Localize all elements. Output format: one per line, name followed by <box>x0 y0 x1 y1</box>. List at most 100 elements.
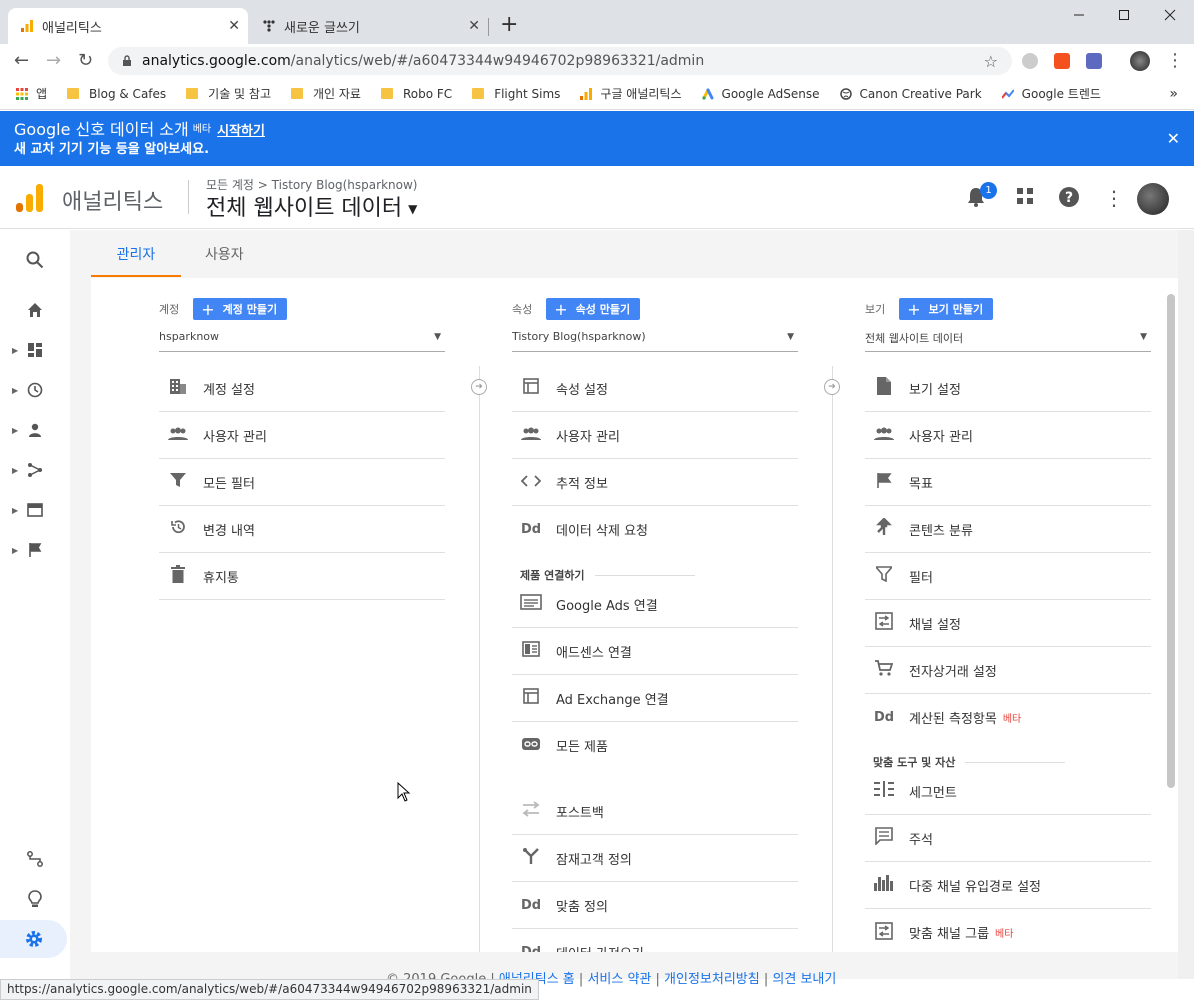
view-select[interactable]: 전체 웹사이트 데이터 ▼ <box>865 330 1151 352</box>
audience-nav[interactable]: ▶ <box>0 415 70 445</box>
extension-icon[interactable] <box>1022 53 1038 69</box>
search-icon[interactable] <box>0 245 70 275</box>
customization-nav[interactable]: ▶ <box>0 335 70 365</box>
admin-gear-icon[interactable] <box>0 920 67 958</box>
conversions-nav[interactable]: ▶ <box>0 535 70 565</box>
back-icon[interactable]: ← <box>14 50 29 71</box>
get-started-link[interactable]: 시작하기 <box>217 124 265 139</box>
view-user-management-item[interactable]: 사용자 관리 <box>865 412 1151 459</box>
window-icon <box>520 688 542 708</box>
realtime-nav[interactable]: ▶ <box>0 375 70 405</box>
behavior-nav[interactable]: ▶ <box>0 495 70 525</box>
tab-user[interactable]: 사용자 <box>205 244 244 264</box>
custom-definitions-item[interactable]: Dd 맞춤 정의 <box>512 882 798 929</box>
ecommerce-settings-item[interactable]: 전자상거래 설정 <box>865 647 1151 694</box>
audience-definitions-item[interactable]: 잠재고객 정의 <box>512 835 798 882</box>
scrollbar-thumb[interactable] <box>1167 294 1175 788</box>
item-label: 채널 설정 <box>909 617 961 633</box>
acquisition-nav[interactable]: ▶ <box>0 455 70 485</box>
create-property-button[interactable]: + 속성 만들기 <box>546 298 641 320</box>
data-import-item[interactable]: Dd 데이터 가져오기 <box>512 929 798 952</box>
annotations-item[interactable]: 주석 <box>865 815 1151 862</box>
create-account-button[interactable]: + 계정 만들기 <box>193 298 288 320</box>
forward-icon[interactable]: → <box>46 50 61 71</box>
new-tab-button[interactable]: + <box>500 12 518 37</box>
all-products-item[interactable]: 모든 제품 <box>512 722 798 769</box>
url-bar[interactable]: analytics.google.com/analytics/web/#/a60… <box>108 47 1012 75</box>
help-icon[interactable]: ? <box>1058 186 1080 213</box>
footer-link-feedback[interactable]: 의견 보내기 <box>772 972 836 987</box>
more-vert-icon[interactable]: ⋮ <box>1104 186 1124 210</box>
channel-settings-item[interactable]: 채널 설정 <box>865 600 1151 647</box>
bookmark-folder[interactable]: Blog & Cafes <box>67 87 166 101</box>
ad-exchange-link-item[interactable]: Ad Exchange 연결 <box>512 675 798 722</box>
profile-avatar[interactable] <box>1130 51 1150 71</box>
scrollbar-track[interactable] <box>1178 230 1194 979</box>
flag-icon <box>873 472 895 492</box>
create-view-button[interactable]: + 보기 만들기 <box>899 298 994 320</box>
window-close-icon[interactable] <box>1164 6 1176 25</box>
banner-title: Google 신호 데이터 소개 <box>14 120 189 139</box>
change-history-item[interactable]: 변경 내역 <box>159 506 445 553</box>
view-selector[interactable]: 전체 웹사이트 데이터 ▼ <box>206 190 417 222</box>
tab-analytics[interactable]: 애널리틱스 ✕ <box>8 8 248 44</box>
extension-ex-icon[interactable] <box>1054 53 1070 69</box>
view-settings-item[interactable]: 보기 설정 <box>865 365 1151 412</box>
property-user-management-item[interactable]: 사용자 관리 <box>512 412 798 459</box>
bookmark-adsense[interactable]: Google AdSense <box>701 87 820 101</box>
data-deletion-item[interactable]: Dd 데이터 삭제 요청 <box>512 506 798 553</box>
bookmark-analytics[interactable]: 구글 애널리틱스 <box>580 85 682 102</box>
content-grouping-item[interactable]: 콘텐츠 분류 <box>865 506 1151 553</box>
minimize-icon[interactable] <box>1073 6 1085 25</box>
attribution-icon[interactable] <box>0 844 70 874</box>
ads-icon <box>520 594 542 614</box>
bookmark-folder[interactable]: Robo FC <box>380 87 452 101</box>
account-select[interactable]: hsparknow ▼ <box>159 330 445 352</box>
segments-item[interactable]: 세그먼트 <box>865 768 1151 815</box>
trash-item[interactable]: 휴지통 <box>159 553 445 600</box>
avatar[interactable] <box>1137 183 1169 215</box>
bookmark-apps[interactable]: 앱 <box>16 85 47 102</box>
selected-property: Tistory Blog(hsparknow) <box>512 330 646 343</box>
mcf-settings-item[interactable]: 다중 채널 유입경로 설정 <box>865 862 1151 909</box>
custom-channel-group-item[interactable]: 맞춤 채널 그룹 베타 <box>865 909 1151 952</box>
bookmark-trends[interactable]: Google 트렌드 <box>1001 85 1101 102</box>
extension-puzzle-icon[interactable] <box>1086 53 1102 69</box>
analytics-logo-icon[interactable] <box>16 184 44 212</box>
view-filters-item[interactable]: 필터 <box>865 553 1151 600</box>
maximize-icon[interactable] <box>1118 6 1130 25</box>
people-icon <box>520 426 542 445</box>
apps-grid-icon[interactable] <box>1016 186 1034 210</box>
bookmark-star-icon[interactable]: ☆ <box>984 52 998 71</box>
close-icon[interactable]: ✕ <box>1167 129 1180 148</box>
account-settings-item[interactable]: 계정 설정 <box>159 365 445 412</box>
reload-icon[interactable]: ↻ <box>78 50 93 71</box>
bookmark-folder[interactable]: Flight Sims <box>472 87 560 101</box>
bookmark-canon[interactable]: Canon Creative Park <box>839 87 982 101</box>
property-select[interactable]: Tistory Blog(hsparknow) ▼ <box>512 330 798 352</box>
adsense-link-item[interactable]: 애드센스 연결 <box>512 628 798 675</box>
property-settings-item[interactable]: 속성 설정 <box>512 365 798 412</box>
bookmark-folder[interactable]: 개인 자료 <box>291 85 361 102</box>
footer-link-privacy[interactable]: 개인정보처리방침 <box>664 972 760 987</box>
banner-subtitle: 새 교차 기기 기능 등을 알아보세요. <box>14 142 210 157</box>
chrome-menu-icon[interactable]: ⋮ <box>1166 50 1184 71</box>
close-tab-icon[interactable]: ✕ <box>468 18 480 34</box>
account-user-management-item[interactable]: 사용자 관리 <box>159 412 445 459</box>
arrow-right-circle-icon: ➔ <box>824 379 840 395</box>
bookmark-folder[interactable]: 기술 및 참고 <box>186 85 271 102</box>
bookmarks-overflow-icon[interactable]: » <box>1169 86 1178 102</box>
close-tab-icon[interactable]: ✕ <box>228 18 240 34</box>
newspaper-icon <box>520 641 542 661</box>
tab-new-post[interactable]: 새로운 글쓰기 ✕ <box>252 8 488 44</box>
goals-item[interactable]: 목표 <box>865 459 1151 506</box>
home-icon[interactable] <box>0 295 70 325</box>
postback-item[interactable]: 포스트백 <box>512 788 798 835</box>
tab-admin[interactable]: 관리자 <box>91 244 181 264</box>
all-filters-item[interactable]: 모든 필터 <box>159 459 445 506</box>
footer-link-terms[interactable]: 서비스 약관 <box>587 972 651 987</box>
tracking-info-item[interactable]: 추적 정보 <box>512 459 798 506</box>
lightbulb-icon[interactable] <box>0 884 70 914</box>
google-ads-link-item[interactable]: Google Ads 연결 <box>512 581 798 628</box>
calculated-metrics-item[interactable]: Dd 계산된 측정항목 베타 <box>865 694 1151 741</box>
